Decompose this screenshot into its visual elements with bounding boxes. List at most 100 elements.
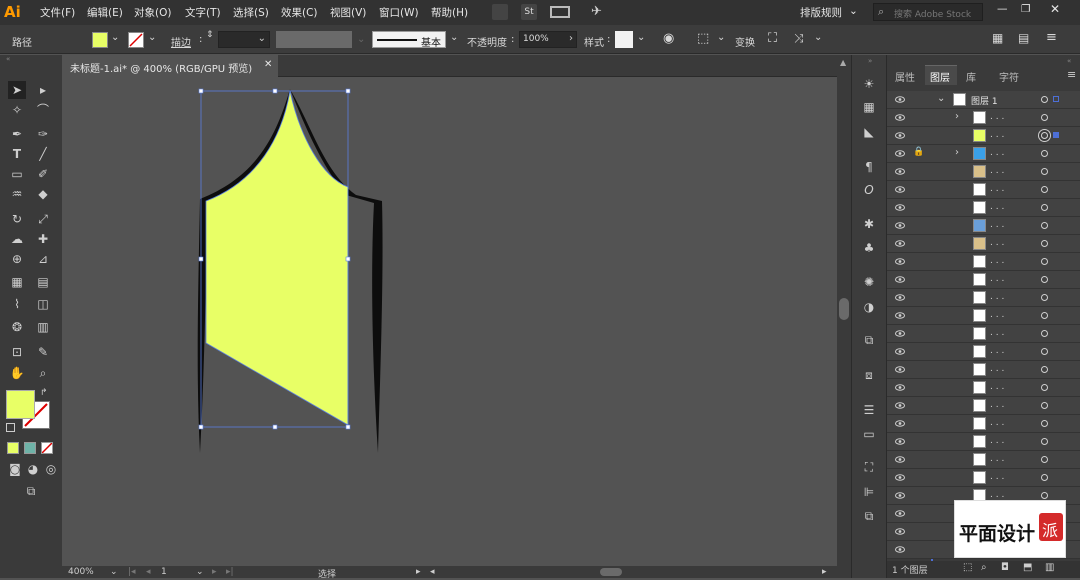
gradient-mode-icon[interactable] bbox=[24, 442, 36, 454]
layer-item-row[interactable]: . . . bbox=[887, 343, 1080, 361]
magic-wand-tool-icon[interactable]: ✧ bbox=[8, 101, 26, 119]
align-panel-icon[interactable]: ⊫ bbox=[861, 485, 877, 499]
target-circle-icon[interactable] bbox=[1041, 438, 1048, 445]
visibility-eye-icon[interactable] bbox=[895, 113, 905, 122]
visibility-eye-icon[interactable] bbox=[895, 419, 905, 428]
menu-icon[interactable]: ≡ bbox=[1046, 30, 1057, 45]
draw-inside-icon[interactable]: ◎ bbox=[42, 460, 60, 478]
chevron-down-icon[interactable]: ⌄ bbox=[717, 32, 725, 43]
object-name[interactable]: . . . bbox=[990, 148, 1004, 158]
layer-item-row[interactable]: › . . . bbox=[887, 109, 1080, 127]
chevron-down-icon[interactable]: ⌄ bbox=[111, 32, 119, 43]
arrange-docs-icon[interactable] bbox=[550, 6, 570, 18]
visibility-eye-icon[interactable] bbox=[895, 383, 905, 392]
stock-icon[interactable]: St bbox=[521, 4, 537, 20]
next-artboard-icon[interactable]: ▸ bbox=[212, 567, 217, 577]
close-button[interactable]: ✕ bbox=[1050, 2, 1060, 16]
visibility-eye-icon[interactable] bbox=[895, 473, 905, 482]
eyedropper-tool-icon[interactable]: ⌇ bbox=[8, 295, 26, 313]
target-circle-icon[interactable] bbox=[1041, 132, 1048, 139]
layer-item-row[interactable]: . . . bbox=[887, 325, 1080, 343]
asset-export-icon[interactable]: ⧉ bbox=[861, 509, 877, 523]
stroke-weight-input[interactable]: ⌄ bbox=[218, 31, 270, 48]
menu-help[interactable]: 帮助(H) bbox=[431, 5, 468, 20]
visibility-eye-icon[interactable] bbox=[895, 293, 905, 302]
screen-mode-icon[interactable]: ⧉ bbox=[22, 482, 40, 500]
canvas[interactable] bbox=[62, 77, 837, 566]
target-circle-icon[interactable] bbox=[1041, 258, 1048, 265]
scroll-left-icon[interactable]: ◂ bbox=[430, 567, 435, 577]
first-artboard-icon[interactable]: |◂ bbox=[128, 567, 136, 577]
menu-view[interactable]: 视图(V) bbox=[330, 5, 366, 20]
chevron-down-icon[interactable]: ⌄ bbox=[814, 32, 822, 43]
scroll-right-icon[interactable]: ▸ bbox=[822, 567, 827, 577]
layer-row-main[interactable]: ⌄ 图层 1 bbox=[887, 91, 1080, 109]
symbols-icon[interactable]: ♣ bbox=[861, 241, 877, 255]
handle-middle-right[interactable] bbox=[345, 256, 351, 262]
object-name[interactable]: . . . bbox=[990, 364, 1004, 374]
stroke-panel-icon[interactable]: ☰ bbox=[861, 403, 877, 417]
align-icon[interactable]: ⬚ bbox=[697, 31, 709, 46]
document-tab[interactable]: 未标题-1.ai* @ 400% (RGB/GPU 预览) ✕ bbox=[62, 55, 278, 77]
object-name[interactable]: . . . bbox=[990, 400, 1004, 410]
target-circle-icon[interactable] bbox=[1041, 222, 1048, 229]
handle-bottom-right[interactable] bbox=[345, 424, 351, 430]
visibility-eye-icon[interactable] bbox=[895, 311, 905, 320]
transform-label[interactable]: 变换 bbox=[735, 34, 755, 49]
visibility-eye-icon[interactable] bbox=[895, 347, 905, 356]
menu-object[interactable]: 对象(O) bbox=[134, 5, 171, 20]
object-name[interactable]: . . . bbox=[990, 328, 1004, 338]
object-name[interactable]: . . . bbox=[990, 292, 1004, 302]
variable-width-profile[interactable] bbox=[276, 31, 352, 48]
visibility-eye-icon[interactable] bbox=[895, 203, 905, 212]
object-name[interactable]: . . . bbox=[990, 490, 1004, 500]
tab-layers[interactable]: 图层 bbox=[930, 69, 950, 84]
recolor-icon[interactable]: ◉ bbox=[663, 31, 674, 46]
handle-bottom-left[interactable] bbox=[198, 424, 204, 430]
gradient-panel-icon[interactable]: ▭ bbox=[861, 427, 877, 441]
menu-file[interactable]: 文件(F) bbox=[40, 5, 75, 20]
object-name[interactable]: . . . bbox=[990, 184, 1004, 194]
layer-item-row[interactable]: . . . bbox=[887, 127, 1080, 145]
rotate-tool-icon[interactable]: ↻ bbox=[8, 210, 26, 228]
object-name[interactable]: . . . bbox=[990, 166, 1004, 176]
vertical-scrollbar[interactable]: ▲ bbox=[837, 55, 851, 566]
target-circle-icon[interactable] bbox=[1041, 294, 1048, 301]
pathfinder-icon[interactable]: ⧉ bbox=[861, 333, 877, 347]
object-name[interactable]: . . . bbox=[990, 238, 1004, 248]
restore-button[interactable]: ❐ bbox=[1021, 3, 1030, 15]
visibility-eye-icon[interactable] bbox=[895, 149, 905, 158]
selection-tool-icon[interactable]: ➤ bbox=[8, 81, 26, 99]
chevron-right-icon[interactable]: › bbox=[569, 33, 573, 44]
target-circle-icon[interactable] bbox=[1041, 186, 1048, 193]
target-circle-icon[interactable] bbox=[1041, 240, 1048, 247]
collapse-handle[interactable]: « bbox=[6, 56, 56, 63]
chevron-down-icon[interactable]: ⌄ bbox=[637, 32, 645, 43]
menu-select[interactable]: 选择(S) bbox=[233, 5, 269, 20]
stroke-label[interactable]: 描边 bbox=[171, 34, 191, 49]
last-artboard-icon[interactable]: ▸| bbox=[226, 567, 234, 577]
delete-layer-icon[interactable]: ▥ bbox=[1045, 562, 1054, 573]
target-circle-icon[interactable] bbox=[1041, 312, 1048, 319]
visibility-eye-icon[interactable] bbox=[895, 131, 905, 140]
handle-middle-left[interactable] bbox=[198, 256, 204, 262]
chevron-down-icon[interactable]: ⌄ bbox=[148, 32, 156, 43]
layer-item-row[interactable]: . . . bbox=[887, 307, 1080, 325]
paragraph-icon[interactable]: ¶ bbox=[861, 160, 877, 174]
handle-top-left[interactable] bbox=[198, 88, 204, 94]
lasso-tool-icon[interactable]: ⌒ bbox=[34, 101, 52, 119]
previous-artboard-icon[interactable]: ◂ bbox=[146, 567, 151, 577]
visibility-eye-icon[interactable] bbox=[895, 365, 905, 374]
stock-search-input[interactable]: 搜索 Adobe Stock bbox=[894, 7, 971, 20]
close-icon[interactable]: ✕ bbox=[264, 59, 272, 70]
handle-top-center[interactable] bbox=[272, 88, 278, 94]
layer-item-row[interactable]: . . . bbox=[887, 271, 1080, 289]
collect-export-icon[interactable]: ⬚ bbox=[963, 562, 972, 573]
symbol-sprayer-tool-icon[interactable]: ❂ bbox=[8, 318, 26, 336]
target-circle-icon[interactable] bbox=[1041, 150, 1048, 157]
color-guide-icon[interactable]: ◣ bbox=[861, 125, 877, 139]
mesh-tool-icon[interactable]: ▦ bbox=[8, 273, 26, 291]
yellow-fill-shape[interactable] bbox=[206, 91, 348, 425]
color-icon[interactable]: ☀ bbox=[861, 77, 877, 91]
isolate-icon[interactable]: ⛶ bbox=[768, 31, 777, 46]
